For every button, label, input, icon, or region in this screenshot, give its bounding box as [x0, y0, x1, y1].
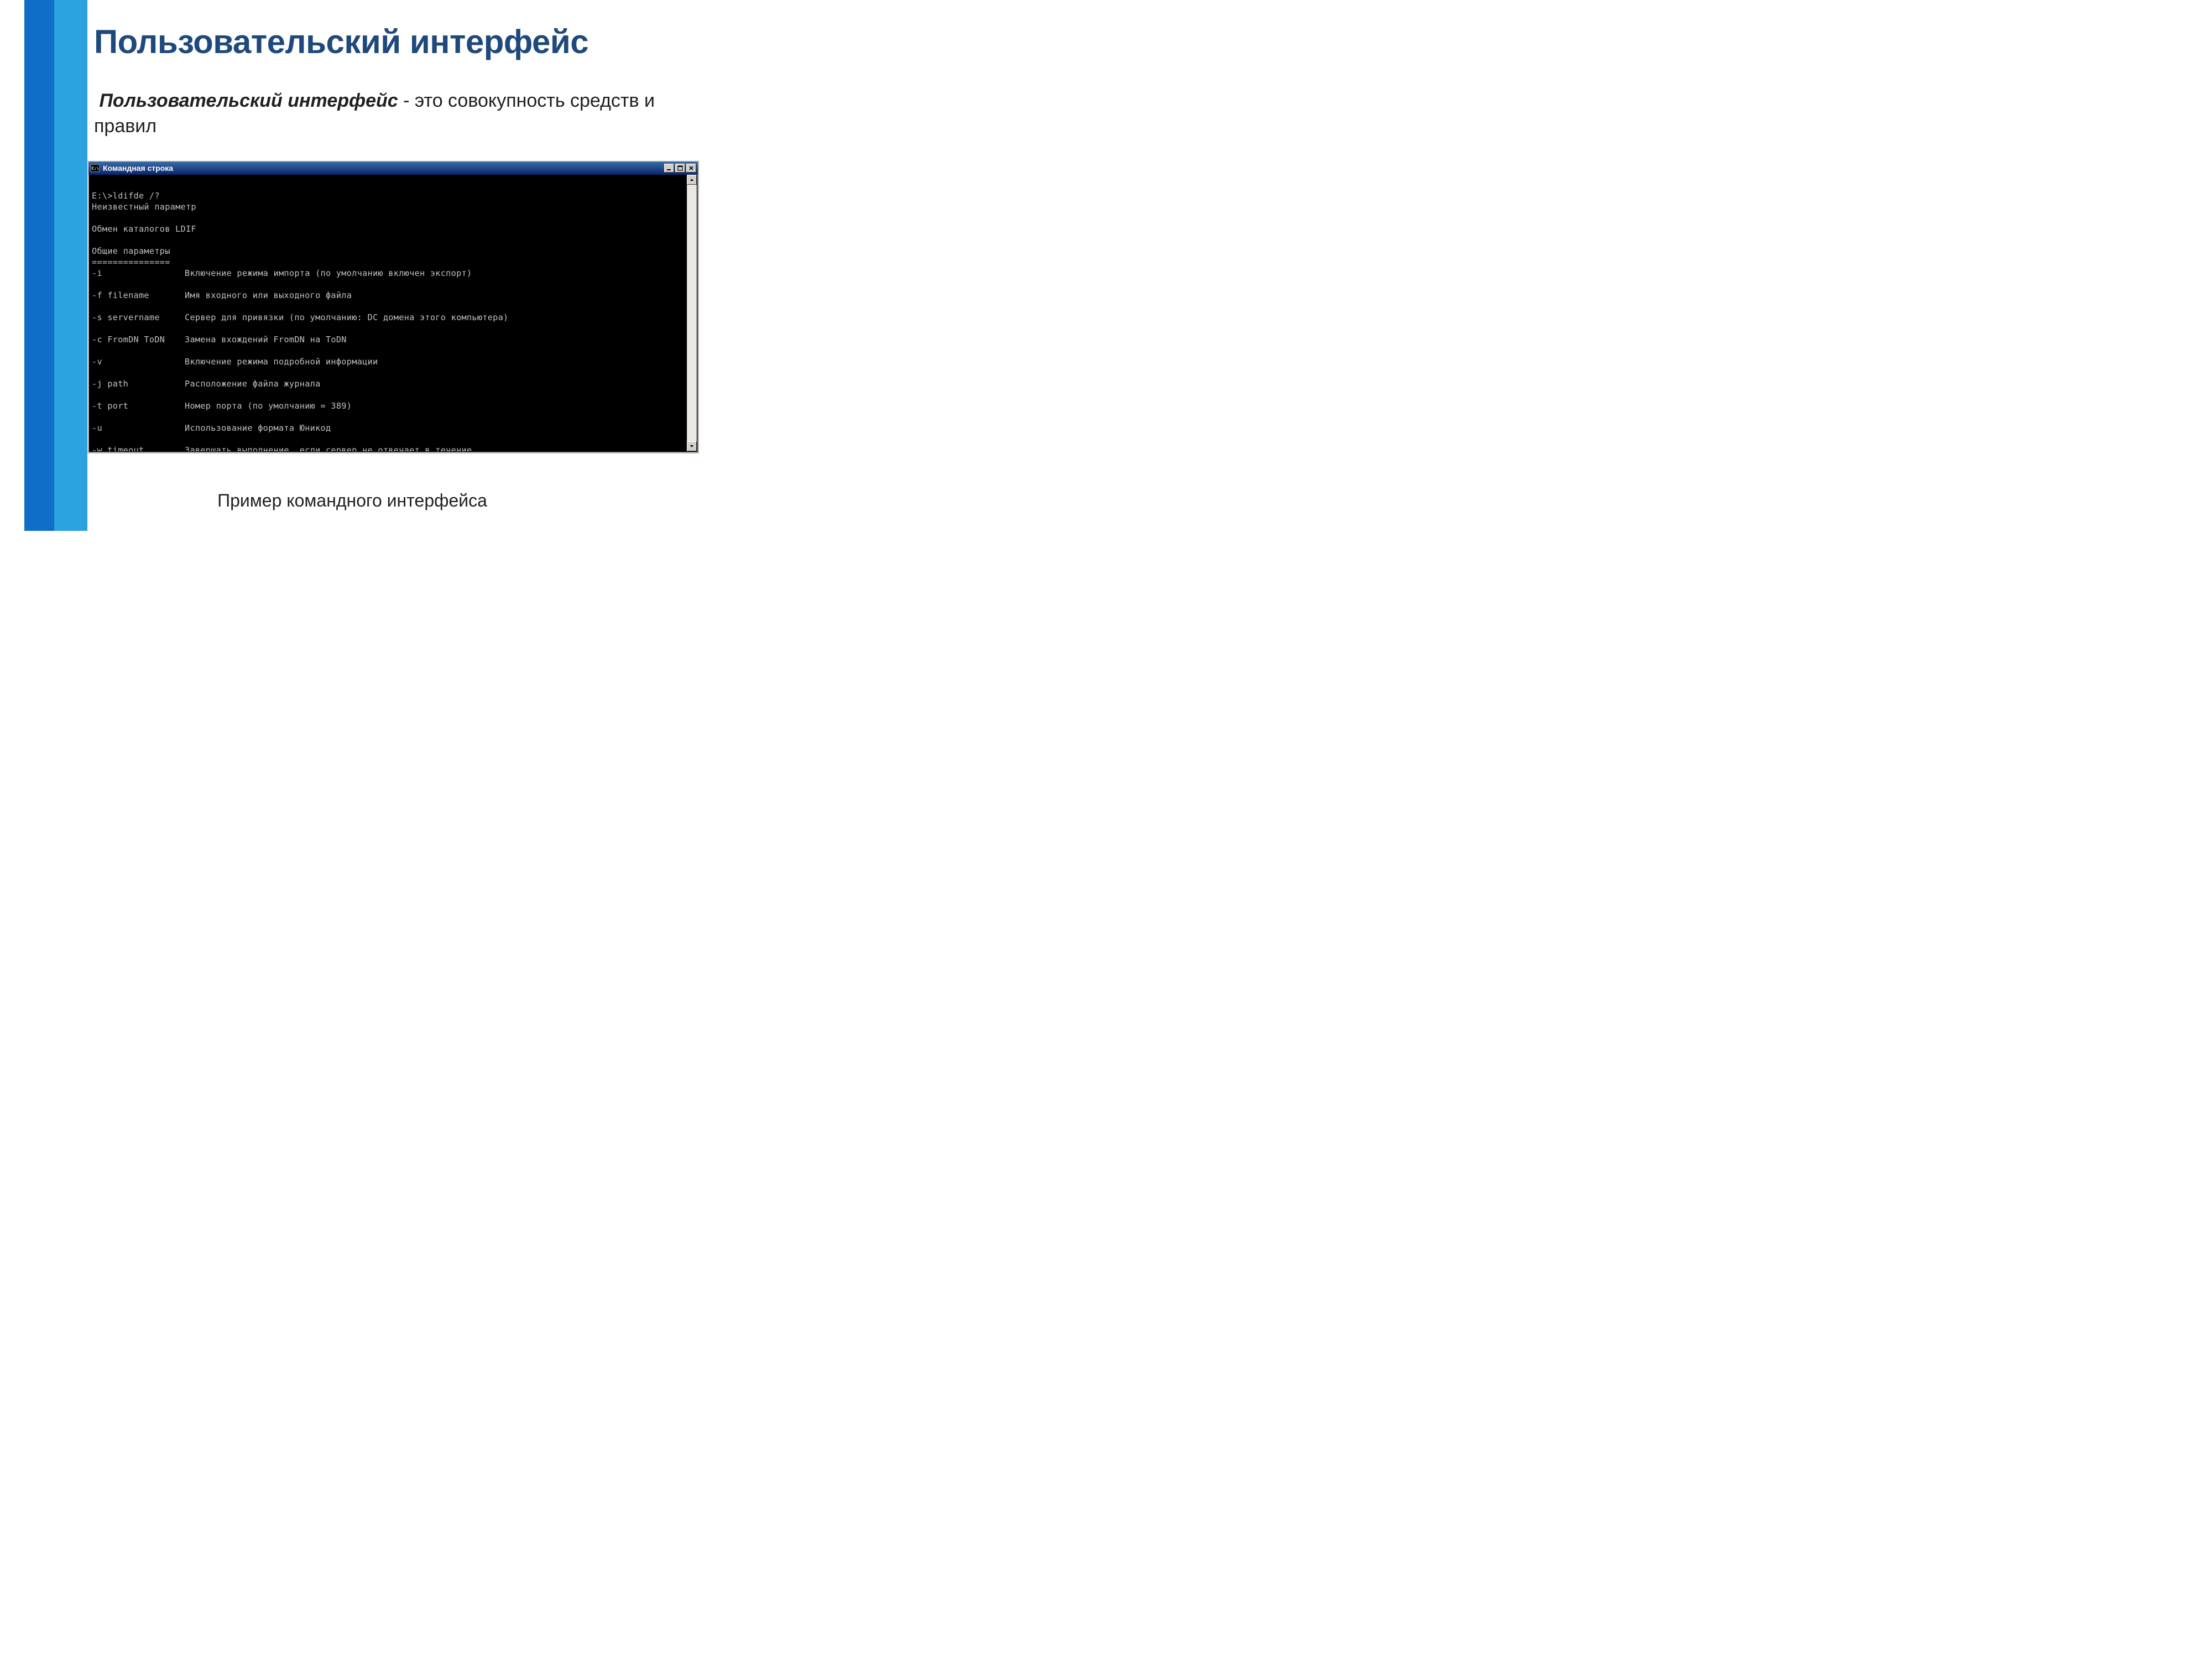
scroll-up-button[interactable] — [687, 175, 697, 185]
accent-light — [54, 0, 87, 531]
flag-desc: Имя входного или выходного файла — [185, 290, 352, 301]
term-line: -s servernameСервер для привязки (по умо… — [92, 312, 684, 323]
window-titlebar[interactable]: C:\ Командная строка — [88, 161, 698, 175]
close-icon — [688, 165, 694, 171]
arrow-down-icon — [690, 444, 694, 448]
flag: -c FromDN ToDN — [92, 334, 185, 345]
app-icon: C:\ — [91, 164, 100, 172]
flag-desc: Номер порта (по умолчанию = 389) — [185, 400, 352, 411]
flag: -t port — [92, 400, 185, 411]
flag: -j path — [92, 378, 185, 389]
flag: -s servername — [92, 312, 185, 323]
flag-desc: Включение режима импорта (по умолчанию в… — [185, 268, 472, 279]
slide: Пользовательский интерфейс Пользовательс… — [0, 0, 705, 531]
term-line: -c FromDN ToDNЗамена вхождений FromDN на… — [92, 334, 684, 345]
flag: -i — [92, 268, 185, 279]
window-client: E:\>ldifde /? Неизвестный параметр Обмен… — [90, 175, 697, 451]
close-button[interactable] — [686, 164, 696, 173]
term-line: -w timeoutЗавершать выполнение, если сер… — [92, 445, 684, 451]
term-line: -f filenameИмя входного или выходного фа… — [92, 290, 684, 301]
term-line: Общие параметры — [92, 246, 170, 256]
scrollbar[interactable] — [687, 175, 697, 451]
flag: -u — [92, 422, 185, 434]
term-line: Неизвестный параметр — [92, 202, 196, 212]
term-line: -iВключение режима импорта (по умолчанию… — [92, 268, 684, 279]
maximize-icon — [677, 165, 683, 171]
accent-bar — [24, 0, 87, 531]
minimize-icon — [666, 165, 672, 171]
flag-desc: Использование формата Юникод — [185, 422, 331, 434]
minimize-button[interactable] — [664, 164, 674, 173]
term-line: -j pathРасположение файла журнала — [92, 378, 684, 389]
term-line: Обмен каталогов LDIF — [92, 224, 196, 234]
window-controls — [664, 164, 696, 173]
maximize-button[interactable] — [675, 164, 685, 173]
slide-body: Пользовательский интерфейс - это совокуп… — [94, 88, 671, 139]
term-line: -vВключение режима подробной информации — [92, 356, 684, 367]
term-line: E:\>ldifde /? — [92, 191, 160, 201]
flag-desc: Расположение файла журнала — [185, 378, 321, 389]
term-line: -t portНомер порта (по умолчанию = 389) — [92, 400, 684, 411]
terminal-output[interactable]: E:\>ldifde /? Неизвестный параметр Обмен… — [90, 175, 687, 451]
flag: -w timeout — [92, 445, 185, 451]
arrow-up-icon — [690, 178, 694, 182]
flag-desc: Включение режима подробной информации — [185, 356, 378, 367]
flag-desc: Замена вхождений FromDN на ToDN — [185, 334, 347, 345]
flag: -v — [92, 356, 185, 367]
term-line: -uИспользование формата Юникод — [92, 422, 684, 434]
accent-dark — [24, 0, 54, 531]
scroll-track[interactable] — [687, 185, 696, 441]
slide-title: Пользовательский интерфейс — [94, 24, 682, 59]
window-title: Командная строка — [103, 164, 664, 173]
slide-caption: Пример командного интерфейса — [0, 491, 705, 511]
scroll-down-button[interactable] — [687, 441, 697, 451]
flag-desc: Завершать выполнение, если сервер не отв… — [185, 445, 472, 451]
command-prompt-window: C:\ Командная строка E:\>ldifde /? Неизв… — [87, 160, 699, 453]
flag: -f filename — [92, 290, 185, 301]
body-lead: Пользовательский интерфейс — [99, 90, 398, 111]
term-line: =============== — [92, 257, 170, 267]
flag-desc: Сервер для привязки (по умолчанию: DC до… — [185, 312, 509, 323]
